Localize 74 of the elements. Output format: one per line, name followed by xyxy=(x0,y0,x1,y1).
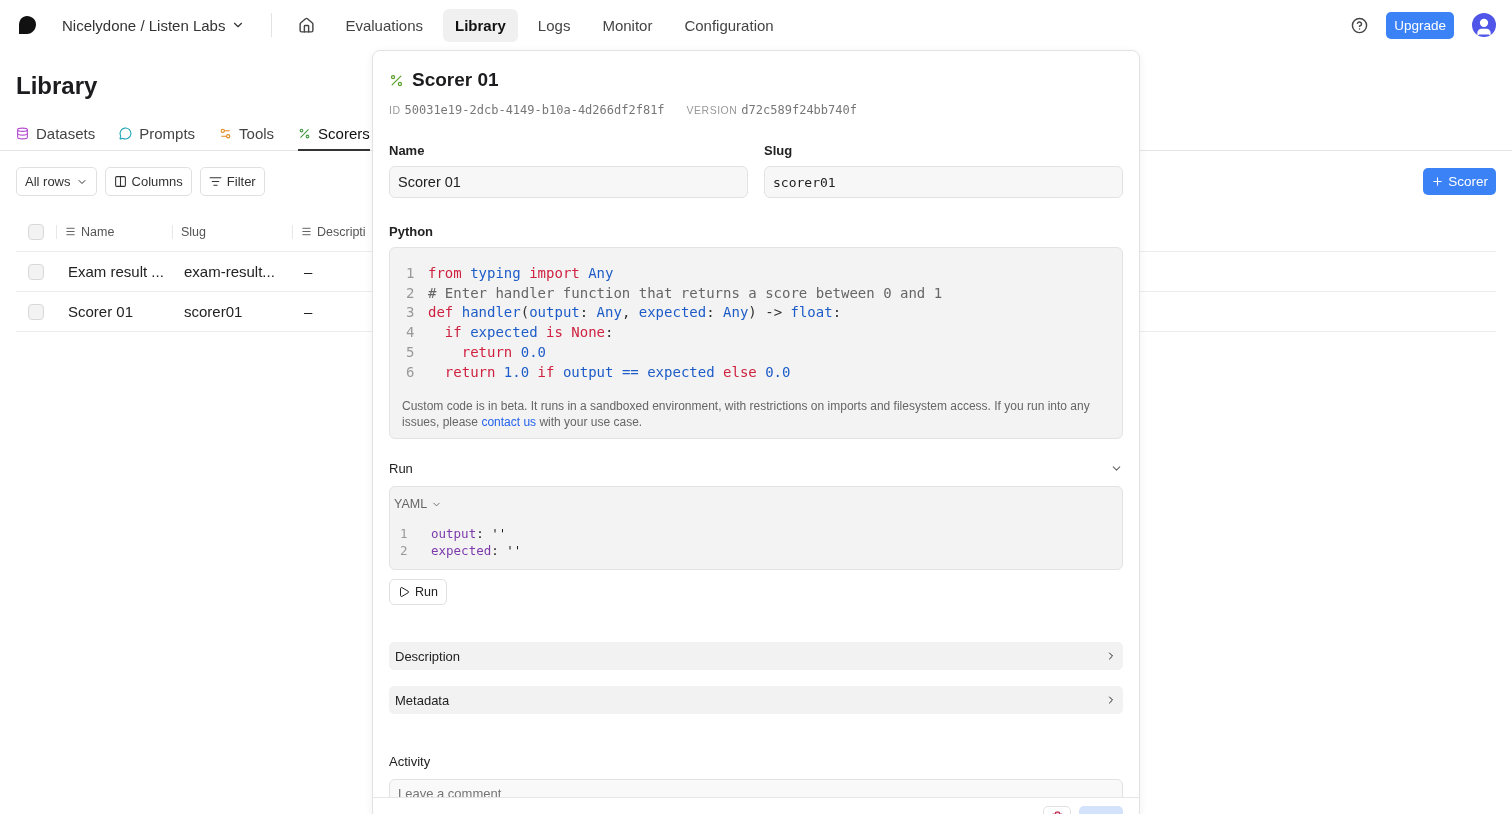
line-number: 2 xyxy=(405,283,416,303)
avatar-icon[interactable] xyxy=(1472,13,1496,37)
section-label: Run xyxy=(389,461,413,477)
line-number: 5 xyxy=(405,342,416,362)
column-header[interactable]: Slug xyxy=(172,224,292,239)
line-number: 3 xyxy=(405,303,416,323)
tool-icon xyxy=(219,127,233,140)
nav-tab[interactable]: Logs xyxy=(525,8,583,42)
org-switcher[interactable]: Nicelydone / Listen Labs xyxy=(46,10,256,40)
field-label: Slug xyxy=(764,143,794,158)
slug-field[interactable]: scorer01 xyxy=(764,166,1123,198)
line-number: 1 xyxy=(399,525,409,543)
code-line: return 1.0 if output == expected else 0.0 xyxy=(443,362,791,382)
code-line: if expected is None: xyxy=(443,323,614,343)
toolbar-button[interactable]: All rows xyxy=(16,167,97,196)
language-dropdown[interactable]: YAML xyxy=(394,497,443,512)
scorer-id: ID 50031e19-2dcb-4149-b10a-4d266df2f81f xyxy=(389,103,665,117)
table-cell-text: exam-result... xyxy=(183,263,276,280)
run-button[interactable]: Run xyxy=(389,579,447,606)
panel-title: Scorer 01 xyxy=(412,69,499,91)
scorer-version: VERSION d72c589f24bb740f xyxy=(686,103,857,117)
nav-tab[interactable]: Monitor xyxy=(590,8,665,42)
contact-link[interactable]: contact us xyxy=(481,415,537,430)
play-icon xyxy=(398,586,410,599)
select-all-checkbox[interactable] xyxy=(28,223,44,240)
beta-note: Custom code is in beta. It runs in a sandboxed environment, with restrictions on imports and filesystem access. If you run into any issues, please contact us with your use case. xyxy=(402,398,1091,431)
percent-icon xyxy=(298,127,312,140)
line-number: 1 xyxy=(405,264,416,283)
add-scorer-button[interactable]: Scorer xyxy=(1423,168,1496,195)
nav-tab[interactable]: Evaluations xyxy=(333,8,435,42)
line-number: 2 xyxy=(399,542,409,560)
lines-icon xyxy=(301,226,312,237)
table-cell-text: Scorer 01 xyxy=(67,303,135,320)
page-title: Library xyxy=(16,72,98,100)
plus-icon xyxy=(1431,175,1445,188)
toolbar-button[interactable]: Columns xyxy=(104,167,192,196)
section-tab[interactable]: Scorers xyxy=(298,120,370,151)
columns-icon xyxy=(113,175,127,188)
code-line: def handler(output: Any, expected: Any) -> float: xyxy=(428,303,842,323)
filter-icon xyxy=(208,175,222,188)
column-header[interactable]: Name xyxy=(56,224,172,239)
row-checkbox[interactable] xyxy=(28,303,44,320)
upgrade-button[interactable]: Upgrade xyxy=(1386,11,1454,39)
code-line: from typing import Any xyxy=(428,264,614,283)
table-cell-text: scorer01 xyxy=(183,303,244,320)
section-label: Activity xyxy=(389,754,432,770)
code-editor[interactable] xyxy=(389,247,1123,440)
code-line: expected: '' xyxy=(431,542,522,560)
code-line: output: '' xyxy=(431,525,507,543)
table-cell-text: – xyxy=(303,303,314,320)
code-line: # Enter handler function that returns a score between 0 and 1 xyxy=(428,283,943,303)
code-line: return 0.0 xyxy=(460,342,546,362)
lines-icon xyxy=(65,226,76,237)
section-tab[interactable]: Datasets xyxy=(16,120,96,151)
yaml-editor[interactable]: YAML 1 output: '' 2 expected: '' xyxy=(389,486,1123,571)
toolbar-button[interactable]: Filter xyxy=(199,167,265,196)
line-number: 4 xyxy=(405,323,416,343)
field-label: Python xyxy=(389,224,435,239)
nav-tab[interactable]: Configuration xyxy=(672,8,786,42)
percent-icon xyxy=(389,72,404,88)
collapsible-section[interactable]: Metadata xyxy=(389,686,1123,715)
row-checkbox[interactable] xyxy=(28,263,44,280)
collapsible-section[interactable]: Description xyxy=(389,642,1123,671)
name-field[interactable]: Scorer 01 xyxy=(389,166,748,198)
chat-bubble-icon xyxy=(119,127,133,140)
field-label: Name xyxy=(389,143,426,158)
nav-tab[interactable]: Library xyxy=(443,8,518,42)
section-tab[interactable]: Tools xyxy=(219,120,275,151)
database-icon xyxy=(16,127,29,140)
section-tab[interactable]: Prompts xyxy=(119,120,196,151)
logo-icon[interactable] xyxy=(16,14,38,36)
line-number: 6 xyxy=(405,362,416,382)
table-cell-text: Exam result ... xyxy=(67,263,165,280)
table-cell-text: – xyxy=(303,263,314,280)
